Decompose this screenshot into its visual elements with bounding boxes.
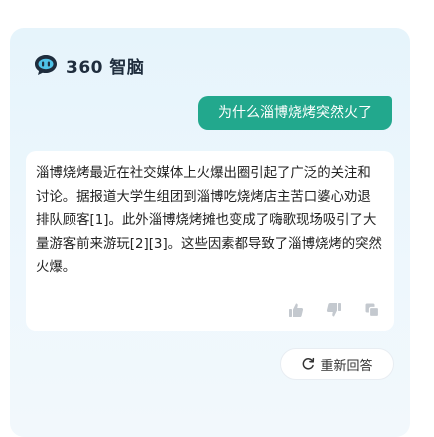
copy-icon[interactable] bbox=[364, 302, 380, 318]
thumbs-up-icon[interactable] bbox=[288, 302, 304, 318]
assistant-answer-card: 淄博烧烤最近在社交媒体上火爆出圈引起了广泛的关注和讨论。据报道大学生组团到淄博吃… bbox=[26, 151, 394, 331]
refresh-icon bbox=[303, 357, 315, 370]
regenerate-button[interactable]: 重新回答 bbox=[280, 348, 394, 380]
assistant-answer-text: 淄博烧烤最近在社交媒体上火爆出圈引起了广泛的关注和讨论。据报道大学生组团到淄博吃… bbox=[36, 166, 382, 275]
regenerate-label: 重新回答 bbox=[320, 358, 373, 374]
chat-bubble-logo-icon bbox=[35, 55, 57, 75]
user-message-bubble: 为什么淄博烧烤突然火了 bbox=[198, 96, 392, 130]
brand-name: 360 智脑 bbox=[66, 57, 145, 78]
brand-header: 360 智脑 bbox=[34, 53, 145, 78]
thumbs-down-icon[interactable] bbox=[326, 302, 342, 318]
answer-actions bbox=[288, 302, 380, 318]
